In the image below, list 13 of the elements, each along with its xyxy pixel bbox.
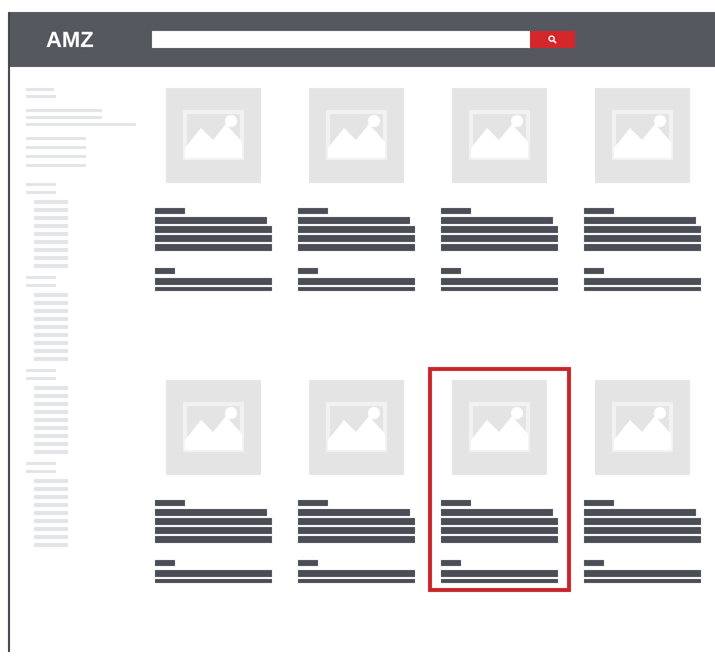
image-placeholder-icon — [309, 380, 404, 474]
search-button[interactable] — [530, 31, 575, 48]
image-placeholder-icon — [309, 88, 404, 183]
image-placeholder-icon — [452, 88, 547, 183]
product-card-highlighted[interactable] — [428, 366, 571, 592]
image-placeholder-icon — [452, 380, 547, 474]
search-field[interactable] — [152, 31, 530, 48]
search-icon — [548, 35, 557, 44]
site-logo: AMZ — [46, 26, 95, 52]
image-placeholder-icon — [595, 380, 690, 474]
image-placeholder-icon — [166, 88, 261, 183]
image-placeholder-icon — [595, 88, 690, 183]
image-placeholder-icon — [166, 380, 261, 474]
